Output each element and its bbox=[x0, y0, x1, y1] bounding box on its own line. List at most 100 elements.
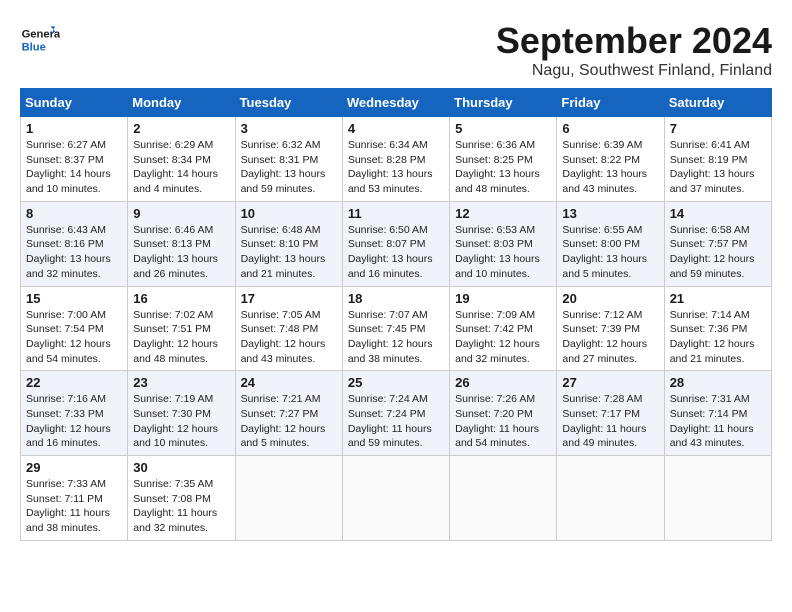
table-row: 24 Sunrise: 7:21 AM Sunset: 7:27 PM Dayl… bbox=[235, 371, 342, 456]
col-wednesday: Wednesday bbox=[342, 89, 449, 117]
table-row: 23 Sunrise: 7:19 AM Sunset: 7:30 PM Dayl… bbox=[128, 371, 235, 456]
day-info: Sunrise: 7:09 AM Sunset: 7:42 PM Dayligh… bbox=[455, 308, 551, 367]
day-info: Sunrise: 6:27 AM Sunset: 8:37 PM Dayligh… bbox=[26, 138, 122, 197]
day-number: 24 bbox=[241, 375, 337, 390]
table-row: 6 Sunrise: 6:39 AM Sunset: 8:22 PM Dayli… bbox=[557, 117, 664, 202]
table-row: 19 Sunrise: 7:09 AM Sunset: 7:42 PM Dayl… bbox=[450, 286, 557, 371]
day-info: Sunrise: 6:32 AM Sunset: 8:31 PM Dayligh… bbox=[241, 138, 337, 197]
day-info: Sunrise: 7:02 AM Sunset: 7:51 PM Dayligh… bbox=[133, 308, 229, 367]
day-number: 6 bbox=[562, 121, 658, 136]
day-info: Sunrise: 6:41 AM Sunset: 8:19 PM Dayligh… bbox=[670, 138, 766, 197]
svg-text:Blue: Blue bbox=[22, 41, 46, 53]
table-row bbox=[557, 456, 664, 541]
day-number: 19 bbox=[455, 291, 551, 306]
day-info: Sunrise: 7:14 AM Sunset: 7:36 PM Dayligh… bbox=[670, 308, 766, 367]
day-number: 4 bbox=[348, 121, 444, 136]
col-sunday: Sunday bbox=[21, 89, 128, 117]
table-row: 4 Sunrise: 6:34 AM Sunset: 8:28 PM Dayli… bbox=[342, 117, 449, 202]
table-row: 17 Sunrise: 7:05 AM Sunset: 7:48 PM Dayl… bbox=[235, 286, 342, 371]
col-tuesday: Tuesday bbox=[235, 89, 342, 117]
col-friday: Friday bbox=[557, 89, 664, 117]
day-number: 14 bbox=[670, 206, 766, 221]
page-header: General Blue September 2024 Nagu, Southw… bbox=[20, 20, 772, 80]
table-row: 3 Sunrise: 6:32 AM Sunset: 8:31 PM Dayli… bbox=[235, 117, 342, 202]
day-info: Sunrise: 7:16 AM Sunset: 7:33 PM Dayligh… bbox=[26, 392, 122, 451]
table-row bbox=[342, 456, 449, 541]
day-number: 13 bbox=[562, 206, 658, 221]
month-title: September 2024 bbox=[496, 20, 772, 62]
table-row: 26 Sunrise: 7:26 AM Sunset: 7:20 PM Dayl… bbox=[450, 371, 557, 456]
table-row: 10 Sunrise: 6:48 AM Sunset: 8:10 PM Dayl… bbox=[235, 201, 342, 286]
day-number: 16 bbox=[133, 291, 229, 306]
table-row: 18 Sunrise: 7:07 AM Sunset: 7:45 PM Dayl… bbox=[342, 286, 449, 371]
table-row bbox=[235, 456, 342, 541]
day-info: Sunrise: 7:28 AM Sunset: 7:17 PM Dayligh… bbox=[562, 392, 658, 451]
day-info: Sunrise: 7:19 AM Sunset: 7:30 PM Dayligh… bbox=[133, 392, 229, 451]
day-number: 27 bbox=[562, 375, 658, 390]
calendar-header-row: Sunday Monday Tuesday Wednesday Thursday… bbox=[21, 89, 772, 117]
table-row: 20 Sunrise: 7:12 AM Sunset: 7:39 PM Dayl… bbox=[557, 286, 664, 371]
table-row: 14 Sunrise: 6:58 AM Sunset: 7:57 PM Dayl… bbox=[664, 201, 771, 286]
day-info: Sunrise: 6:50 AM Sunset: 8:07 PM Dayligh… bbox=[348, 223, 444, 282]
day-info: Sunrise: 7:12 AM Sunset: 7:39 PM Dayligh… bbox=[562, 308, 658, 367]
col-thursday: Thursday bbox=[450, 89, 557, 117]
table-row: 5 Sunrise: 6:36 AM Sunset: 8:25 PM Dayli… bbox=[450, 117, 557, 202]
calendar-week-row: 29 Sunrise: 7:33 AM Sunset: 7:11 PM Dayl… bbox=[21, 456, 772, 541]
table-row: 15 Sunrise: 7:00 AM Sunset: 7:54 PM Dayl… bbox=[21, 286, 128, 371]
day-number: 1 bbox=[26, 121, 122, 136]
table-row: 12 Sunrise: 6:53 AM Sunset: 8:03 PM Dayl… bbox=[450, 201, 557, 286]
day-number: 12 bbox=[455, 206, 551, 221]
table-row: 25 Sunrise: 7:24 AM Sunset: 7:24 PM Dayl… bbox=[342, 371, 449, 456]
col-monday: Monday bbox=[128, 89, 235, 117]
calendar-week-row: 22 Sunrise: 7:16 AM Sunset: 7:33 PM Dayl… bbox=[21, 371, 772, 456]
table-row: 30 Sunrise: 7:35 AM Sunset: 7:08 PM Dayl… bbox=[128, 456, 235, 541]
day-info: Sunrise: 7:35 AM Sunset: 7:08 PM Dayligh… bbox=[133, 477, 229, 536]
calendar-week-row: 8 Sunrise: 6:43 AM Sunset: 8:16 PM Dayli… bbox=[21, 201, 772, 286]
day-number: 10 bbox=[241, 206, 337, 221]
table-row: 27 Sunrise: 7:28 AM Sunset: 7:17 PM Dayl… bbox=[557, 371, 664, 456]
table-row: 8 Sunrise: 6:43 AM Sunset: 8:16 PM Dayli… bbox=[21, 201, 128, 286]
day-number: 2 bbox=[133, 121, 229, 136]
table-row: 1 Sunrise: 6:27 AM Sunset: 8:37 PM Dayli… bbox=[21, 117, 128, 202]
day-info: Sunrise: 7:07 AM Sunset: 7:45 PM Dayligh… bbox=[348, 308, 444, 367]
day-info: Sunrise: 7:24 AM Sunset: 7:24 PM Dayligh… bbox=[348, 392, 444, 451]
day-number: 22 bbox=[26, 375, 122, 390]
day-number: 23 bbox=[133, 375, 229, 390]
table-row: 21 Sunrise: 7:14 AM Sunset: 7:36 PM Dayl… bbox=[664, 286, 771, 371]
day-info: Sunrise: 7:31 AM Sunset: 7:14 PM Dayligh… bbox=[670, 392, 766, 451]
day-info: Sunrise: 6:55 AM Sunset: 8:00 PM Dayligh… bbox=[562, 223, 658, 282]
day-number: 17 bbox=[241, 291, 337, 306]
day-number: 18 bbox=[348, 291, 444, 306]
day-info: Sunrise: 7:33 AM Sunset: 7:11 PM Dayligh… bbox=[26, 477, 122, 536]
day-info: Sunrise: 7:26 AM Sunset: 7:20 PM Dayligh… bbox=[455, 392, 551, 451]
day-number: 15 bbox=[26, 291, 122, 306]
table-row bbox=[450, 456, 557, 541]
table-row bbox=[664, 456, 771, 541]
day-number: 26 bbox=[455, 375, 551, 390]
table-row: 29 Sunrise: 7:33 AM Sunset: 7:11 PM Dayl… bbox=[21, 456, 128, 541]
day-info: Sunrise: 6:43 AM Sunset: 8:16 PM Dayligh… bbox=[26, 223, 122, 282]
table-row: 7 Sunrise: 6:41 AM Sunset: 8:19 PM Dayli… bbox=[664, 117, 771, 202]
day-number: 7 bbox=[670, 121, 766, 136]
logo-icon: General Blue bbox=[20, 20, 60, 60]
col-saturday: Saturday bbox=[664, 89, 771, 117]
day-number: 3 bbox=[241, 121, 337, 136]
table-row: 11 Sunrise: 6:50 AM Sunset: 8:07 PM Dayl… bbox=[342, 201, 449, 286]
day-info: Sunrise: 6:36 AM Sunset: 8:25 PM Dayligh… bbox=[455, 138, 551, 197]
day-info: Sunrise: 6:34 AM Sunset: 8:28 PM Dayligh… bbox=[348, 138, 444, 197]
table-row: 9 Sunrise: 6:46 AM Sunset: 8:13 PM Dayli… bbox=[128, 201, 235, 286]
calendar-table: Sunday Monday Tuesday Wednesday Thursday… bbox=[20, 88, 772, 541]
table-row: 2 Sunrise: 6:29 AM Sunset: 8:34 PM Dayli… bbox=[128, 117, 235, 202]
day-number: 5 bbox=[455, 121, 551, 136]
day-info: Sunrise: 6:29 AM Sunset: 8:34 PM Dayligh… bbox=[133, 138, 229, 197]
day-number: 30 bbox=[133, 460, 229, 475]
table-row: 28 Sunrise: 7:31 AM Sunset: 7:14 PM Dayl… bbox=[664, 371, 771, 456]
day-number: 20 bbox=[562, 291, 658, 306]
day-info: Sunrise: 6:48 AM Sunset: 8:10 PM Dayligh… bbox=[241, 223, 337, 282]
calendar-week-row: 1 Sunrise: 6:27 AM Sunset: 8:37 PM Dayli… bbox=[21, 117, 772, 202]
day-info: Sunrise: 6:53 AM Sunset: 8:03 PM Dayligh… bbox=[455, 223, 551, 282]
day-number: 8 bbox=[26, 206, 122, 221]
day-info: Sunrise: 6:46 AM Sunset: 8:13 PM Dayligh… bbox=[133, 223, 229, 282]
day-info: Sunrise: 6:58 AM Sunset: 7:57 PM Dayligh… bbox=[670, 223, 766, 282]
table-row: 13 Sunrise: 6:55 AM Sunset: 8:00 PM Dayl… bbox=[557, 201, 664, 286]
